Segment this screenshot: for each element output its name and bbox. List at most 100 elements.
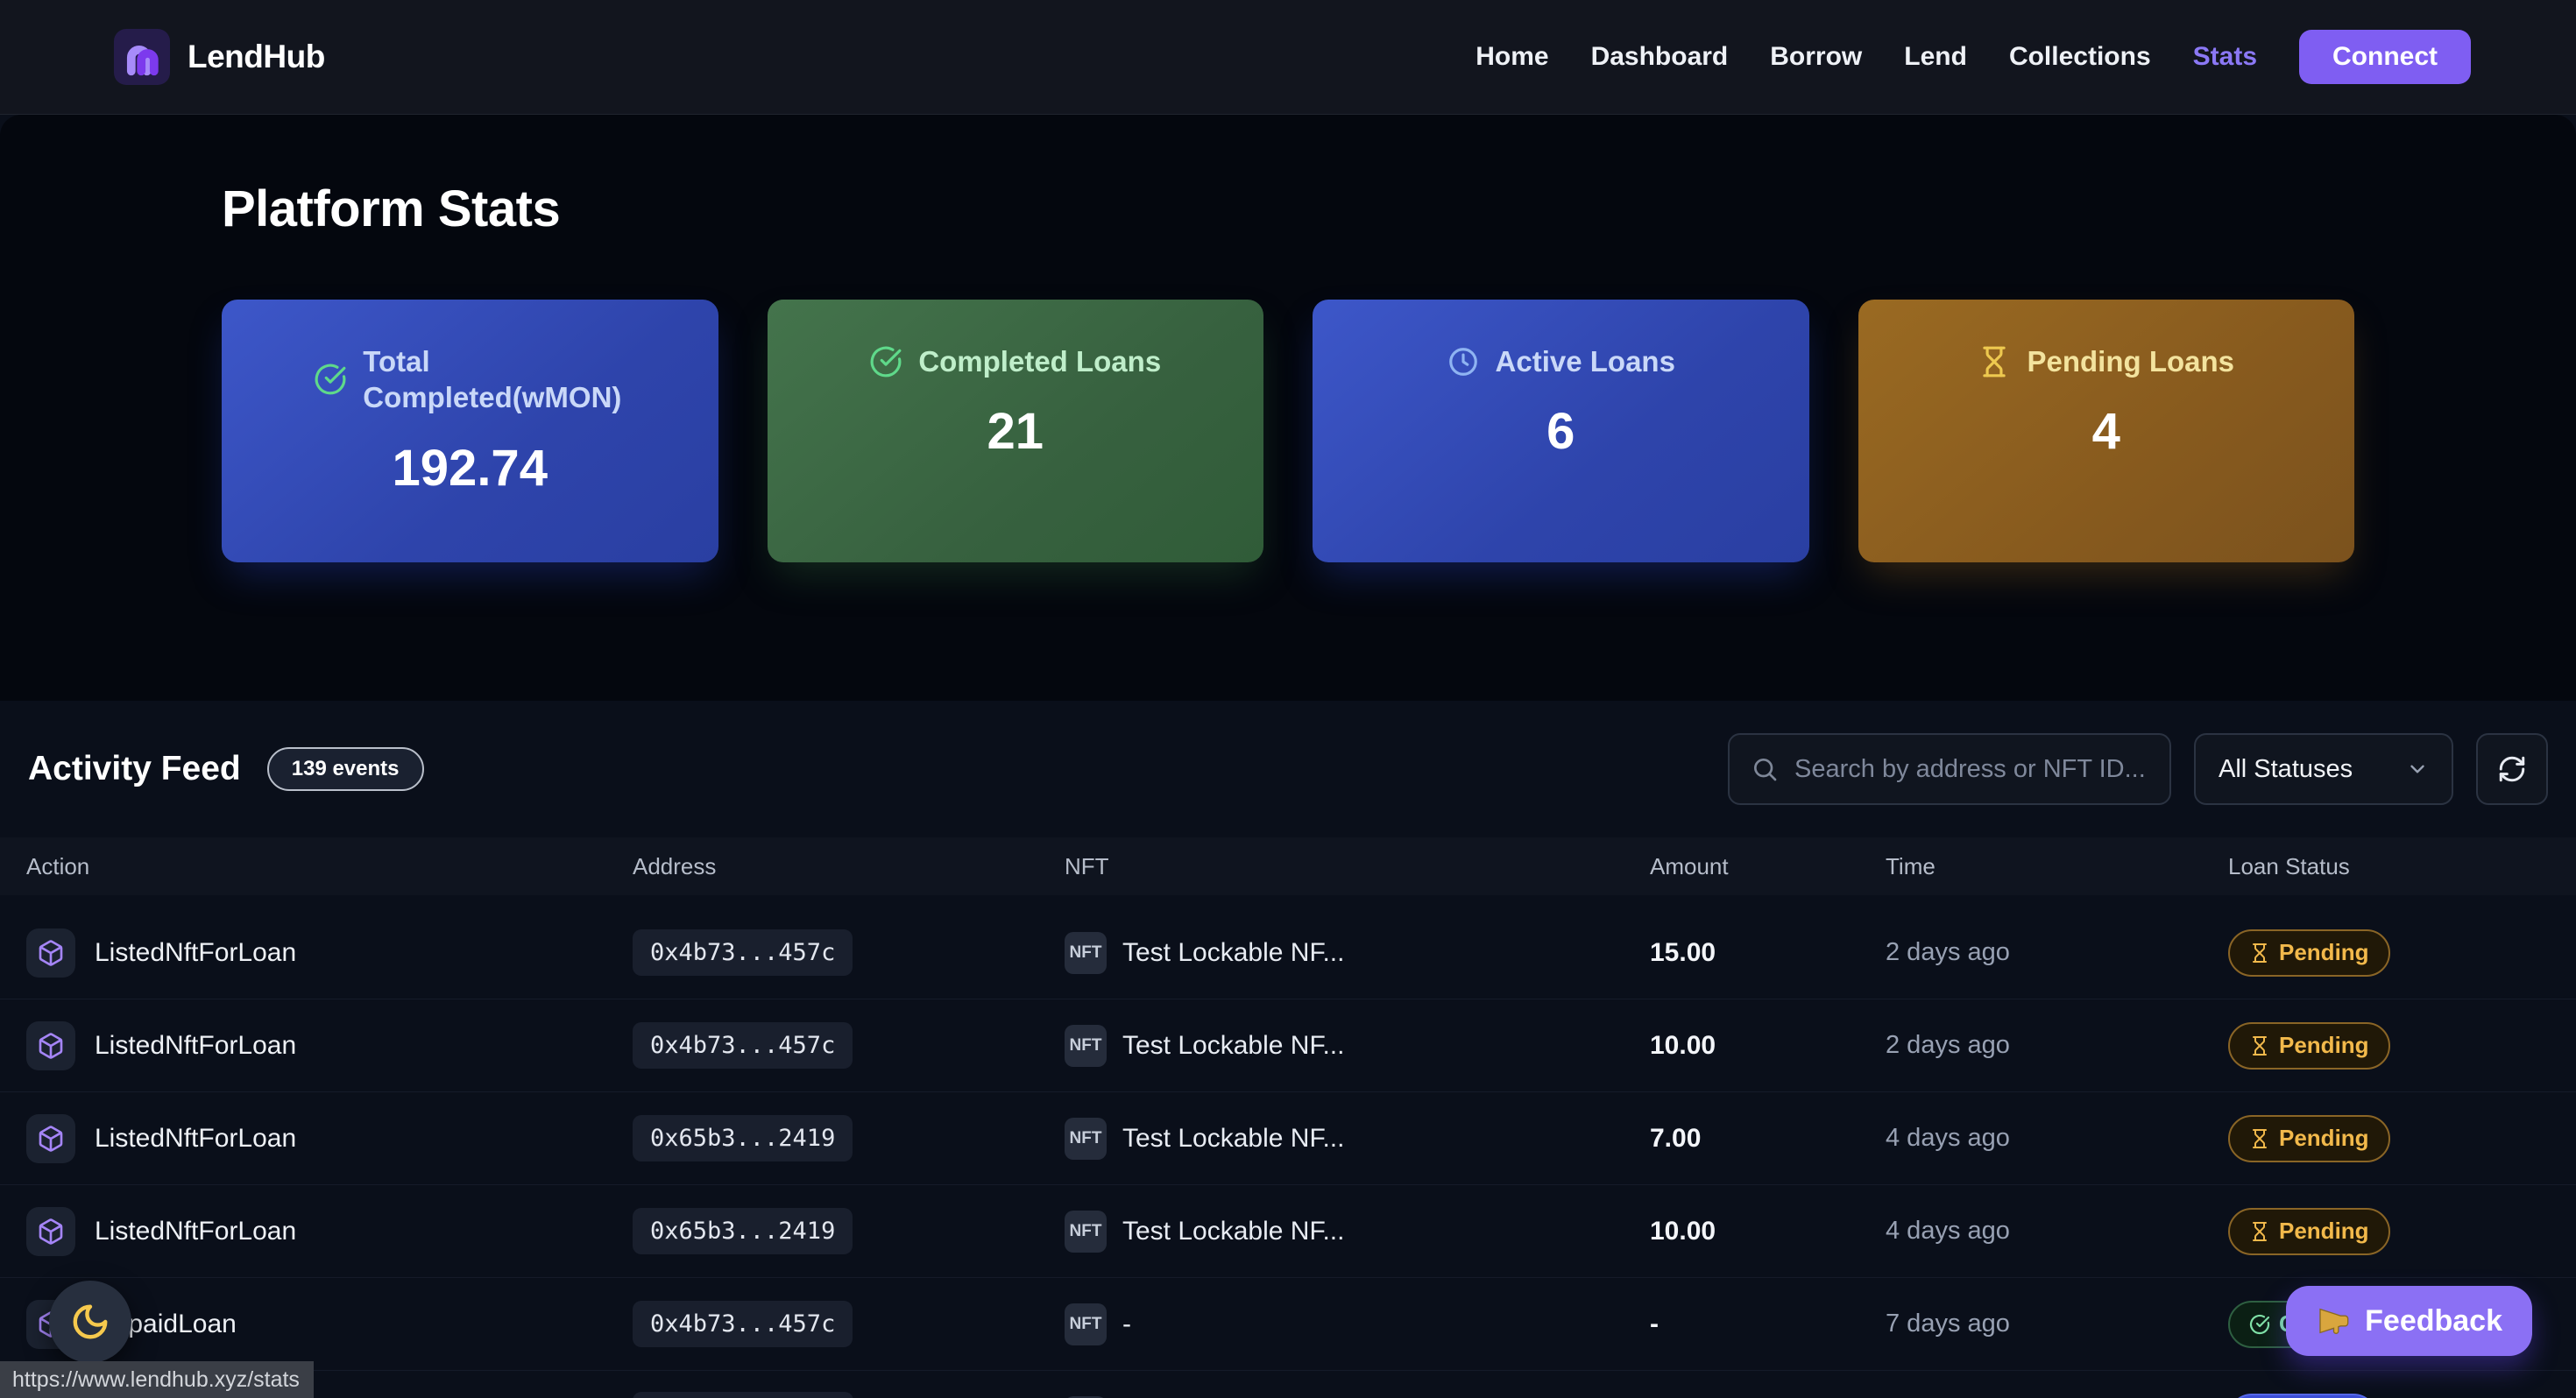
- events-count-badge: 139 events: [267, 747, 424, 791]
- page-title: Platform Stats: [222, 115, 2576, 238]
- refresh-button[interactable]: [2476, 733, 2548, 805]
- brand-name: LendHub: [188, 39, 325, 75]
- nav-links: Home Dashboard Borrow Lend Collections Stats: [1476, 42, 2257, 72]
- stat-card-label: Completed Loans: [918, 343, 1161, 379]
- column-header: Action: [26, 853, 633, 880]
- nft-name: Test Lockable NF...: [1122, 1217, 1344, 1246]
- clock-icon: [1447, 345, 1480, 378]
- search-icon: [1751, 755, 1779, 783]
- stat-card-value: 21: [803, 402, 1229, 461]
- nav-item-stats[interactable]: Stats: [2193, 42, 2257, 72]
- package-icon: [26, 1207, 75, 1256]
- column-header: Loan Status: [2228, 853, 2550, 880]
- package-icon: [26, 1114, 75, 1163]
- nft-name: -: [1122, 1310, 1131, 1339]
- table-row[interactable]: ListedNftForLoan 0x65b3...2419 NFT Test Loc…: [0, 1185, 2576, 1278]
- loan-status-badge: Pending: [2228, 1022, 2390, 1070]
- address-chip[interactable]: 0x65b3...2419: [633, 1208, 853, 1254]
- column-header: Time: [1886, 853, 2228, 880]
- table-row[interactable]: ListedNftForLoan 0x4b73...457c NFT Test Loc…: [0, 999, 2576, 1092]
- amount-value: 15.00: [1650, 938, 1886, 968]
- table-header: ActionAddressNFTAmountTimeLoan Status: [0, 837, 2576, 895]
- status-bar-url: https://www.lendhub.xyz/stats: [0, 1361, 314, 1398]
- table-row[interactable]: RepaidLoan0x4b73...457cNFT--7 days agoCo…: [0, 1278, 2576, 1371]
- nft-name: Test Lockable NF...: [1122, 1124, 1344, 1154]
- time-value: 4 days ago: [1886, 1124, 2228, 1153]
- status-filter-select[interactable]: All Statuses: [2194, 733, 2453, 805]
- address-chip[interactable]: 0x4b73...457c: [633, 1301, 853, 1347]
- nav-item-dashboard[interactable]: Dashboard: [1591, 42, 1729, 72]
- stat-card-value: 192.74: [257, 439, 683, 498]
- chevron-down-icon: [2406, 758, 2429, 780]
- nft-badge: NFT: [1065, 1025, 1107, 1067]
- feedback-label: Feedback: [2365, 1304, 2502, 1338]
- column-header: NFT: [1065, 853, 1650, 880]
- table-row[interactable]: ListedNftForLoan 0x4b73...457c NFT Test Loc…: [0, 907, 2576, 999]
- navbar: LendHub Home Dashboard Borrow Lend Collectio…: [0, 0, 2576, 115]
- loan-status-badge: Pending: [2228, 1208, 2390, 1255]
- feedback-button[interactable]: Feedback: [2286, 1286, 2532, 1356]
- status-filter-value: All Statuses: [2219, 755, 2353, 784]
- stat-card-label: Pending Loans: [2027, 343, 2234, 379]
- stat-card: Pending Loans 4: [1858, 300, 2355, 562]
- stat-card-value: 6: [1348, 402, 1774, 461]
- nav-item-borrow[interactable]: Borrow: [1770, 42, 1862, 72]
- action-label: ListedNftForLoan: [95, 1217, 296, 1246]
- megaphone-icon: [2316, 1303, 2351, 1338]
- stat-card: Completed Loans 21: [768, 300, 1264, 562]
- time-value: 2 days ago: [1886, 938, 2228, 967]
- stat-cards: Total Completed(wMON) 192.74 Completed Loa…: [222, 300, 2354, 562]
- theme-toggle-button[interactable]: [49, 1281, 131, 1363]
- nft-badge: NFT: [1065, 1303, 1107, 1345]
- stat-card-label: Total Completed(wMON): [363, 343, 626, 416]
- connect-wallet-button[interactable]: Connect: [2299, 30, 2471, 84]
- nft-name: Test Lockable NF...: [1122, 938, 1344, 968]
- search-input[interactable]: [1794, 755, 2148, 784]
- lendhub-logo-icon: [114, 29, 170, 85]
- address-chip[interactable]: 0x4b73...457c: [633, 929, 853, 976]
- table-body: ListedNftForLoan 0x4b73...457c NFT Test Loc…: [0, 907, 2576, 1398]
- stat-card: Total Completed(wMON) 192.74: [222, 300, 718, 562]
- action-label: ListedNftForLoan: [95, 1124, 296, 1154]
- address-chip[interactable]: [633, 1392, 853, 1398]
- brand[interactable]: LendHub: [114, 29, 325, 85]
- amount-value: 10.00: [1650, 1217, 1886, 1246]
- moon-icon: [70, 1302, 110, 1342]
- loan-status-badge: Pending: [2228, 929, 2390, 977]
- table-row[interactable]: ListedNftForLoan 0x65b3...2419 NFT Test Loc…: [0, 1092, 2576, 1185]
- loan-status-badge: Pending: [2228, 1115, 2390, 1162]
- nft-name: Test Lockable NF...: [1122, 1031, 1344, 1061]
- action-label: ListedNftForLoan: [95, 938, 296, 968]
- check-circle-icon: [314, 363, 347, 396]
- stat-card-label: Active Loans: [1496, 343, 1675, 379]
- nft-badge: NFT: [1065, 1118, 1107, 1160]
- nav-item-home[interactable]: Home: [1476, 42, 1548, 72]
- action-label: ListedNftForLoan: [95, 1031, 296, 1061]
- package-icon: [26, 928, 75, 978]
- table-row[interactable]: [0, 1371, 2576, 1398]
- stat-card-value: 4: [1893, 402, 2320, 461]
- amount-value: 7.00: [1650, 1124, 1886, 1154]
- nav-item-collections[interactable]: Collections: [2009, 42, 2151, 72]
- nav-item-lend[interactable]: Lend: [1904, 42, 1967, 72]
- amount-value: -: [1650, 1310, 1886, 1339]
- amount-value: 10.00: [1650, 1031, 1886, 1061]
- platform-stats-section: Platform Stats Total Completed(wMON) 192.…: [0, 115, 2576, 701]
- time-value: 2 days ago: [1886, 1031, 2228, 1060]
- package-icon: [26, 1021, 75, 1070]
- search-box: [1728, 733, 2171, 805]
- time-value: 4 days ago: [1886, 1217, 2228, 1246]
- column-header: Address: [633, 853, 1065, 880]
- loan-status-badge: [2228, 1394, 2377, 1398]
- time-value: 7 days ago: [1886, 1310, 2228, 1338]
- hourglass-icon: [1978, 345, 2011, 378]
- activity-feed-title: Activity Feed: [28, 750, 241, 788]
- refresh-icon: [2497, 754, 2527, 784]
- nft-badge: NFT: [1065, 932, 1107, 974]
- address-chip[interactable]: 0x4b73...457c: [633, 1022, 853, 1069]
- activity-feed-section: Activity Feed 139 events All Statuses Ac…: [0, 732, 2576, 1398]
- check-circle-icon: [869, 345, 902, 378]
- nft-badge: NFT: [1065, 1211, 1107, 1253]
- stat-card: Active Loans 6: [1313, 300, 1809, 562]
- address-chip[interactable]: 0x65b3...2419: [633, 1115, 853, 1161]
